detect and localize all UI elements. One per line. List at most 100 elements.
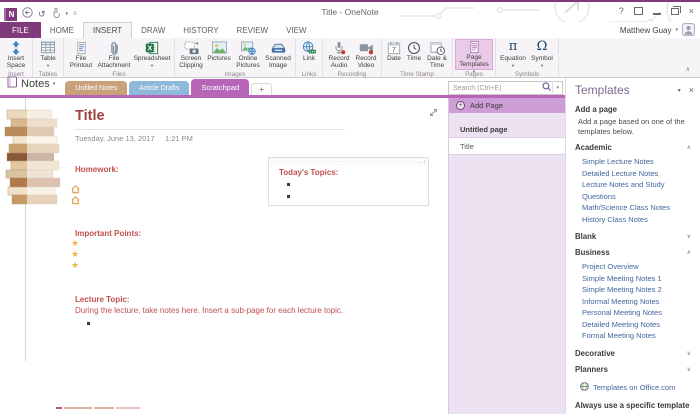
link-icon [302,40,316,55]
symbol-button[interactable]: Ω Symbol ▾ [528,39,556,70]
ribbon-group-insert: Insert Space Insert [0,38,33,78]
page-canvas[interactable]: Title Tuesday, June 13, 2017 1:21 PM Hom… [0,98,448,414]
record-audio-button[interactable]: Record Audio [325,39,353,70]
template-link[interactable]: Detailed Lecture Notes [582,168,694,180]
homework-tag-icon[interactable] [71,192,80,210]
tab-view[interactable]: VIEW [277,22,315,38]
template-link[interactable]: Lecture Notes and Study Questions [582,179,694,202]
table-button[interactable]: Table ▾ [35,39,61,70]
section-tab-scratchpad[interactable]: Scratchpad [191,79,250,95]
symbol-icon: Ω [536,39,548,55]
template-link[interactable]: Informal Meeting Notes [582,296,694,308]
dropdown-arrow-icon: ▾ [540,62,544,68]
help-button[interactable]: ? [619,6,624,16]
ribbon-group-pages: Page Templates ▾ Pages [453,38,496,78]
star-tag-icon[interactable]: ★ [71,239,79,248]
window-controls: ? × [619,5,694,16]
pane-dropdown-icon[interactable]: ▾ [678,87,681,94]
template-link[interactable]: Simple Lecture Notes [582,156,694,168]
lecture-topic-heading[interactable]: Lecture Topic: [75,295,130,304]
search-scope-dropdown-icon[interactable]: ▾ [553,85,562,91]
expand-page-icon[interactable] [429,104,438,122]
todays-topics-container[interactable]: ····· ↔ ↕ Today's Topics: [268,157,429,206]
chevron-down-icon[interactable]: ∨ [687,233,691,240]
important-points-heading[interactable]: Important Points: [75,229,141,238]
chevron-down-icon[interactable]: ∨ [687,366,691,373]
chevron-up-icon[interactable]: ∧ [687,144,691,151]
template-link[interactable]: Simple Meeting Notes 1 [582,273,694,285]
avatar[interactable] [682,22,695,38]
date-time-button[interactable]: Date & Time [424,39,450,70]
section-tab-article-drafts[interactable]: Article Drafts [129,81,190,95]
tab-home[interactable]: HOME [41,22,83,38]
date-button[interactable]: 7 Date [384,39,404,70]
svg-text:X: X [147,43,152,52]
time-button[interactable]: Time [404,39,424,70]
category-business[interactable]: Business ∧ [575,248,694,257]
tab-insert[interactable]: INSERT [82,22,133,38]
lecture-topic-body[interactable]: During the lecture, take notes here. Ins… [75,306,405,315]
template-link[interactable]: Math/Science Class Notes [582,202,694,214]
chevron-up-icon[interactable]: ∧ [687,249,691,256]
category-decorative[interactable]: Decorative ∨ [575,349,694,358]
container-resize-icon[interactable]: ↕ [424,159,429,165]
page-tab-untitled[interactable]: Untitled page [449,121,565,137]
tab-draw[interactable]: DRAW [132,22,174,38]
ribbon-display-options-button[interactable] [633,7,643,15]
container-drag-handle-icon[interactable]: ····· [269,159,417,165]
record-video-button[interactable]: Record Video [353,39,379,70]
chevron-down-icon[interactable]: ∨ [687,350,691,357]
account-area[interactable]: Matthew Guay ▾ [620,22,700,38]
screen-clipping-button[interactable]: Screen Clipping [177,39,205,70]
pane-close-icon[interactable]: × [689,85,694,95]
category-planners[interactable]: Planners ∨ [575,365,694,374]
star-tag-icon[interactable]: ★ [71,261,79,270]
file-attachment-button[interactable]: File Attachment [96,39,132,70]
file-printout-button[interactable]: File Printout [66,39,96,70]
add-page-button[interactable]: + Add Page [449,98,565,113]
collapse-ribbon-button[interactable]: ∧ [686,66,690,73]
category-academic[interactable]: Academic ∧ [575,143,694,152]
template-link[interactable]: Formal Meeting Notes [582,330,694,342]
search-input[interactable] [449,84,543,92]
academic-templates: Simple Lecture Notes Detailed Lecture No… [582,156,694,225]
page-title[interactable]: Title [75,108,105,124]
template-link[interactable]: History Class Notes [582,214,694,226]
spreadsheet-button[interactable]: X Spreadsheet ▾ [132,39,172,70]
close-button[interactable]: × [689,6,694,16]
container-header[interactable]: ····· ↔ ↕ [269,158,428,166]
pictures-button[interactable]: Pictures [205,39,233,70]
minimize-button[interactable] [652,12,661,15]
page-templates-button[interactable]: Page Templates ▾ [455,39,493,73]
user-name: Matthew Guay [619,25,672,35]
section-tab-unfiled-notes[interactable]: Unfiled Notes [65,81,128,95]
insert-space-button[interactable]: Insert Space [2,39,30,70]
equation-button[interactable]: π Equation ▾ [498,39,528,70]
todays-topics-heading[interactable]: Today's Topics: [279,168,338,177]
notebook-dropdown[interactable]: Notes ▾ [0,75,65,95]
star-tag-icon[interactable]: ★ [71,250,79,259]
online-pictures-button[interactable]: Online Pictures [233,39,263,70]
template-link[interactable]: Project Overview [582,261,694,273]
tab-history[interactable]: HISTORY [174,22,227,38]
scanned-image-button[interactable]: Scanned Image [263,39,293,70]
table-icon [41,40,55,55]
ribbon: Insert Space Insert Table ▾ Tables File … [0,38,700,78]
template-link[interactable]: Simple Meeting Notes 2 [582,284,694,296]
ribbon-group-images: Screen Clipping Pictures Online Pictures… [175,38,296,78]
link-button[interactable]: Link [298,39,320,70]
category-blank[interactable]: Blank ∨ [575,232,694,241]
template-link[interactable]: Personal Meeting Notes [582,307,694,319]
ribbon-group-files: File Printout File Attachment X Spreadsh… [64,38,175,78]
time-icon [407,40,421,55]
container-resize-icon[interactable]: ↔ [417,159,424,165]
file-attachment-icon [110,40,119,55]
tab-file[interactable]: FILE [0,22,41,38]
office-templates-link[interactable]: Templates on Office.com [593,383,675,392]
template-link[interactable]: Detailed Meeting Notes [582,319,694,331]
page-tab-title[interactable]: Title [449,137,565,155]
new-section-tab[interactable]: + [251,83,272,95]
tab-review[interactable]: REVIEW [228,22,278,38]
homework-heading[interactable]: Homework: [75,165,119,174]
restore-button[interactable] [670,5,682,15]
